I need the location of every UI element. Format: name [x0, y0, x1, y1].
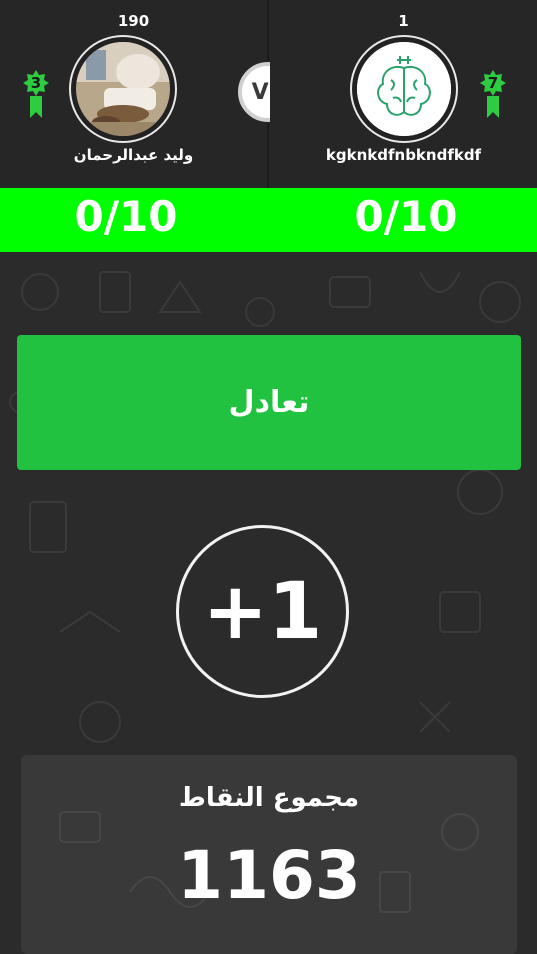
left-player-score-fraction: 0/10: [74, 192, 178, 241]
player-name: وليد عبدالرحمان: [73, 146, 194, 164]
player-card-left[interactable]: 190 3 وليد عبدالرحمان: [0, 0, 269, 188]
living-room-photo-icon: [76, 42, 170, 136]
points-gained-circle: +1: [176, 525, 349, 698]
player-name: kgknkdfnbkndfkdf: [325, 146, 482, 164]
avatar[interactable]: [350, 35, 458, 143]
level-badge: 3: [21, 68, 51, 120]
avatar[interactable]: [69, 35, 177, 143]
score-bar: 0/10 0/10: [0, 188, 537, 252]
right-player-score-fraction: 0/10: [354, 192, 458, 241]
level-badge: 7: [478, 68, 508, 120]
player-score: 190: [117, 12, 150, 30]
total-points-label: مجموع النقاط: [178, 783, 360, 813]
level-number: 7: [487, 74, 499, 92]
player-score: 1: [398, 12, 409, 30]
total-points-value: 1163: [177, 837, 361, 914]
level-number: 3: [30, 74, 42, 92]
match-header: 190 3 وليد عبدالرحمان VS 1 7 kgknkdfnbkn…: [0, 0, 537, 188]
player-card-right[interactable]: 1 7 kgknkdfnbkndfkdf: [270, 0, 537, 188]
total-points-panel: مجموع النقاط 1163: [21, 755, 517, 954]
brain-icon: [357, 42, 451, 136]
result-banner: تعادل: [17, 335, 521, 470]
